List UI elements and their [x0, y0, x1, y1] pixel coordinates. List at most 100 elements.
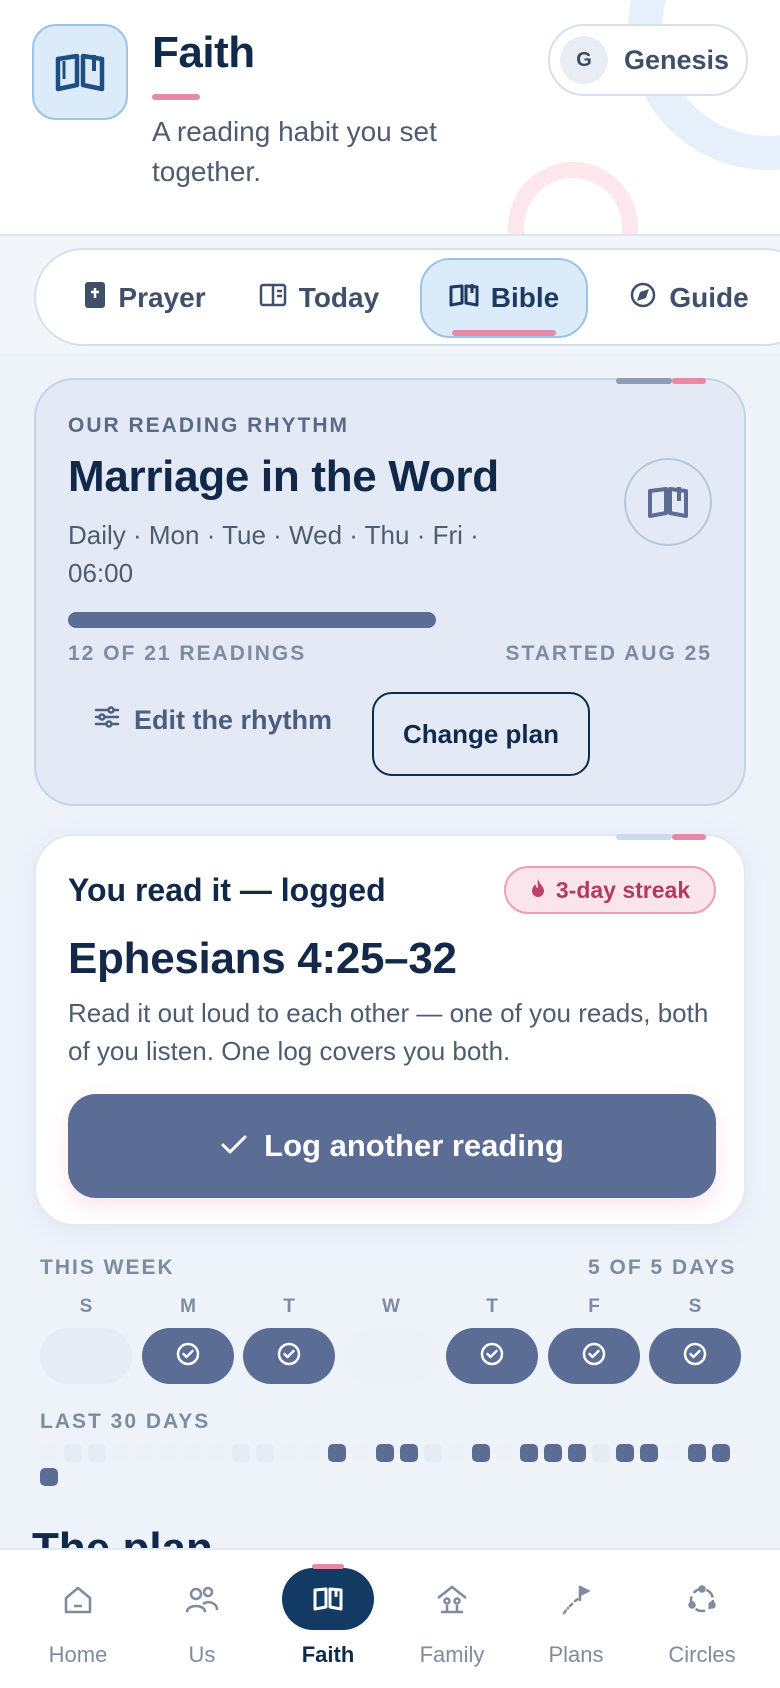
nav-label: Us	[188, 1642, 216, 1667]
heatmap-day-cell	[616, 1444, 634, 1462]
week-day-pill[interactable]	[243, 1328, 335, 1384]
logged-description: Read it out loud to each other — one of …	[68, 998, 709, 1066]
week-day-pill[interactable]	[40, 1328, 132, 1384]
week-day-letter: M	[180, 1296, 196, 1317]
heatmap-day-cell	[544, 1444, 562, 1462]
reading-progress-bar	[68, 612, 712, 628]
last-30-days-label: LAST 30 DAYS	[40, 1410, 211, 1433]
card-eyebrow: OUR READING RHYTHM	[68, 414, 349, 437]
heatmap-day-cell	[208, 1444, 226, 1462]
title-underline	[152, 94, 200, 100]
open-book-icon	[624, 458, 712, 546]
heatmap-day-cell	[712, 1444, 730, 1462]
heatmap-day-cell	[160, 1444, 178, 1462]
heatmap-day-cell	[496, 1444, 514, 1462]
decorative-ring	[508, 162, 638, 234]
heatmap-day-cell	[40, 1468, 58, 1486]
tab-guide[interactable]: Guide	[614, 258, 764, 338]
change-plan-button[interactable]: Change plan	[372, 692, 590, 776]
rhythm-title: Marriage in the Word	[68, 452, 499, 501]
nav-plans[interactable]: Plans	[514, 1550, 638, 1688]
prayer-book-icon	[84, 281, 106, 316]
sliders-icon	[94, 705, 120, 736]
nav-circles[interactable]: Circles	[640, 1550, 764, 1688]
tab-prayer[interactable]: Prayer	[70, 258, 220, 338]
last-30-days-heatmap	[40, 1444, 740, 1486]
tab-label: Prayer	[118, 282, 206, 313]
week-day-letter: F	[588, 1296, 600, 1317]
heatmap-day-cell	[40, 1444, 58, 1462]
nav-label: Circles	[668, 1642, 736, 1667]
passage-reference: Ephesians 4:25–32	[68, 934, 457, 983]
avatar: G	[560, 36, 608, 84]
heatmap-day-cell	[400, 1444, 418, 1462]
log-reading-button[interactable]: Log another reading	[68, 1094, 716, 1198]
reading-logged-card: You read it — logged 3-day streak Ephesi…	[34, 834, 746, 1226]
card-accent	[672, 378, 706, 384]
heatmap-day-cell	[472, 1444, 490, 1462]
readings-count: 12 OF 21 READINGS	[68, 642, 307, 665]
heatmap-day-cell	[424, 1444, 442, 1462]
heatmap-day-cell	[256, 1444, 274, 1462]
week-day-letter: S	[79, 1296, 93, 1317]
tabs-strip: Prayer Today Bible Guide	[0, 236, 780, 354]
tab-label: Guide	[669, 282, 749, 313]
nav-faith[interactable]: Faith	[266, 1550, 390, 1688]
week-day-pill[interactable]	[548, 1328, 640, 1384]
circle-dots-icon	[672, 1570, 732, 1630]
heatmap-day-cell	[136, 1444, 154, 1462]
nav-home[interactable]: Home	[16, 1550, 140, 1688]
check-icon	[220, 1128, 248, 1164]
heatmap-day-cell	[184, 1444, 202, 1462]
reading-progress-fill	[68, 612, 436, 628]
heatmap-day-cell	[376, 1444, 394, 1462]
week-day-letter: T	[283, 1296, 295, 1317]
app-header: Faith A reading habit you set together. …	[0, 0, 780, 236]
heatmap-day-cell	[448, 1444, 466, 1462]
week-day-letter: W	[382, 1296, 400, 1317]
page-title: Faith	[152, 28, 255, 77]
flag-path-icon	[546, 1570, 606, 1630]
week-day-letter: S	[688, 1296, 702, 1317]
heatmap-day-cell	[304, 1444, 322, 1462]
open-book-icon	[449, 282, 479, 314]
nav-active-indicator	[312, 1564, 344, 1569]
nav-label: Faith	[301, 1642, 355, 1667]
check-circle-icon	[683, 1342, 707, 1371]
heatmap-day-cell	[352, 1444, 370, 1462]
week-day-pill[interactable]	[142, 1328, 234, 1384]
tab-active-indicator	[452, 330, 556, 336]
progress-meta: 12 OF 21 READINGS STARTED AUG 25	[68, 642, 712, 666]
heatmap-day-cell	[64, 1444, 82, 1462]
people-icon	[172, 1570, 232, 1630]
home-icon	[48, 1570, 108, 1630]
open-book-icon	[282, 1568, 374, 1630]
week-day-pill[interactable]	[649, 1328, 741, 1384]
tab-bible[interactable]: Bible	[420, 258, 588, 338]
rhythm-schedule: Daily · Mon · Tue · Wed · Thu · Fri · 06…	[68, 520, 479, 588]
tab-today[interactable]: Today	[244, 258, 394, 338]
card-accent	[672, 834, 706, 840]
bottom-navigation: Home Us Faith Family Plans Circles	[0, 1548, 780, 1688]
nav-label: Family	[419, 1642, 485, 1667]
reader-icon	[259, 282, 287, 314]
nav-label: Plans	[548, 1642, 604, 1667]
flame-icon	[530, 877, 546, 904]
user-switcher[interactable]: G Genesis	[548, 24, 748, 96]
heatmap-day-cell	[688, 1444, 706, 1462]
tab-label: Today	[298, 282, 380, 313]
check-circle-icon	[176, 1342, 200, 1371]
user-name: Genesis	[624, 44, 730, 75]
streak-badge: 3-day streak	[504, 866, 716, 914]
check-circle-icon	[277, 1342, 301, 1371]
edit-rhythm-label: Edit the rhythm	[134, 704, 333, 735]
week-day-pill[interactable]	[345, 1328, 437, 1384]
week-day-pill[interactable]	[446, 1328, 538, 1384]
tab-label: Bible	[490, 282, 560, 313]
edit-rhythm-button[interactable]: Edit the rhythm	[94, 680, 332, 760]
heatmap-day-cell	[112, 1444, 130, 1462]
nav-family[interactable]: Family	[390, 1550, 514, 1688]
heatmap-day-cell	[88, 1444, 106, 1462]
logged-heading: You read it — logged	[68, 872, 386, 908]
nav-us[interactable]: Us	[140, 1550, 264, 1688]
